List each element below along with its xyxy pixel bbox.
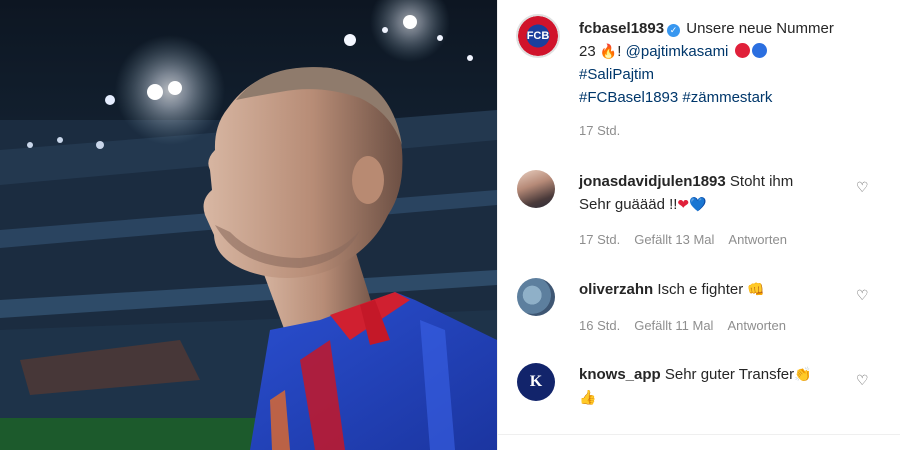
avatar-letter: K [529, 373, 543, 390]
comment-time[interactable]: 17 Std. [579, 232, 620, 247]
heart-outline-icon[interactable]: ♡ [856, 287, 869, 304]
comment-likes[interactable]: Gefällt 11 Mal [634, 318, 713, 333]
clap-emoji-icon: 👏 [794, 366, 812, 382]
post-photo[interactable] [0, 0, 497, 450]
post-username[interactable]: fcbasel1893 [579, 20, 664, 37]
comment-text-1: Sehr guter Transfer [664, 366, 795, 383]
comment-knows: knows_app Sehr guter Transfer👏 👍 [579, 363, 849, 409]
comments-panel: FCB fcbasel1893 ✓ Unsere neue Nummer 23 🔥… [497, 0, 900, 450]
reply-button[interactable]: Antworten [728, 232, 787, 247]
fcbasel-avatar[interactable]: FCB [516, 14, 560, 58]
comment-text-2: Sehr guäääd !! [579, 196, 678, 213]
comment-username[interactable]: jonasdavidjulen1893 [579, 173, 726, 190]
comment-oliver: oliverzahn Isch e fighter 👊 [579, 278, 849, 301]
oliver-avatar[interactable] [517, 278, 555, 316]
caption-text-2: 23 [579, 43, 596, 60]
mention-link[interactable]: @pajtimkasami [626, 43, 729, 60]
jonas-avatar[interactable] [517, 170, 555, 208]
red-circle-emoji-icon [734, 43, 750, 58]
comment-username[interactable]: knows_app [579, 366, 661, 383]
fire-emoji-icon: 🔥 [599, 43, 618, 59]
photo-illustration [0, 0, 497, 450]
hashtag-zaemmestark[interactable]: #zämmestark [682, 89, 772, 106]
comment-time[interactable]: 16 Std. [579, 318, 620, 333]
blue-circle-emoji-icon [751, 43, 767, 58]
heart-outline-icon[interactable]: ♡ [856, 372, 869, 389]
hashtag-salipajtim[interactable]: #SaliPajtim [579, 66, 654, 83]
post-time[interactable]: 17 Std. [579, 123, 620, 138]
comment-text-1: Isch e fighter [657, 281, 744, 298]
red-heart-emoji-icon: ❤ [677, 196, 690, 212]
hashtag-fcbasel1893[interactable]: #FCBasel1893 [579, 89, 678, 106]
fist-emoji-icon: 👊 [747, 281, 765, 297]
reply-button[interactable]: Antworten [727, 318, 786, 333]
verified-badge-icon: ✓ [667, 24, 681, 37]
comment-meta: 16 Std. Gefällt 11 Mal Antworten [579, 318, 800, 333]
comment-text-1: Stoht ihm [729, 173, 794, 190]
comment-jonas: jonasdavidjulen1893 Stoht ihm Sehr guäää… [579, 170, 849, 216]
heart-outline-icon[interactable]: ♡ [856, 179, 869, 196]
comment-meta: 17 Std. Gefällt 13 Mal Antworten [579, 232, 801, 247]
action-bar-divider [498, 434, 900, 450]
fcbasel-crest-icon: FCB [526, 30, 550, 42]
comment-likes[interactable]: Gefällt 13 Mal [634, 232, 714, 247]
comment-username[interactable]: oliverzahn [579, 281, 653, 298]
thumbs-emoji-icon: 👍 [579, 389, 597, 405]
caption-text-1: Unsere neue Nummer [686, 20, 834, 37]
knows-avatar[interactable]: K [517, 363, 555, 401]
blue-heart-emoji-icon: 💙 [689, 196, 707, 212]
post-caption: fcbasel1893 ✓ Unsere neue Nummer 23 🔥! @p… [579, 20, 834, 106]
